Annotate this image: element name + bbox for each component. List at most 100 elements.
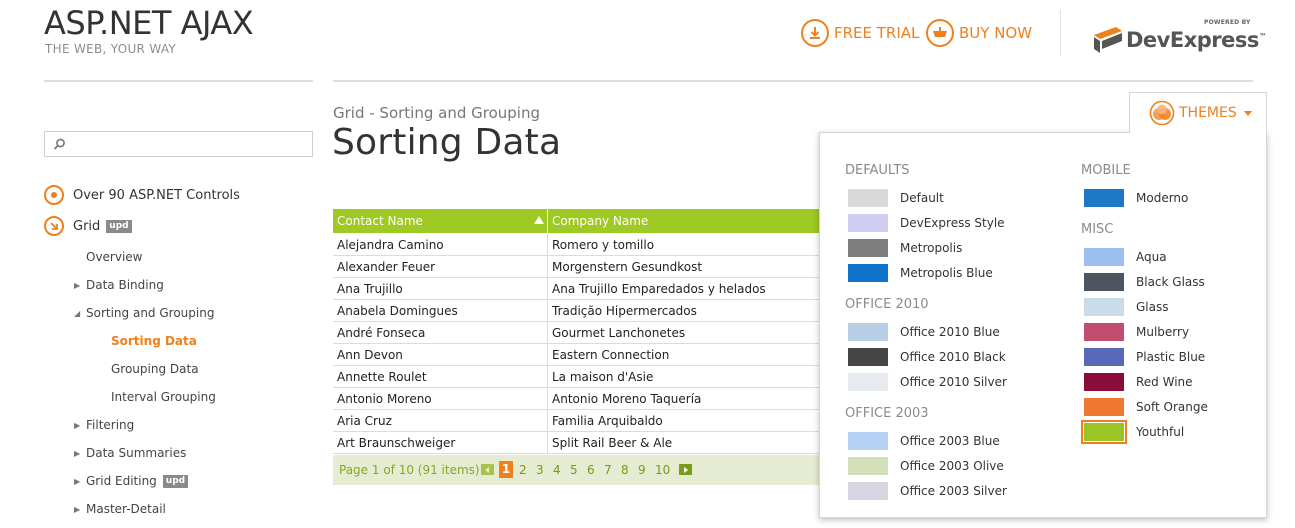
- theme-office-2003-silver[interactable]: Office 2003 Silver: [848, 482, 1007, 500]
- theme-youthful[interactable]: Youthful: [1081, 420, 1184, 444]
- theme-label: Glass: [1136, 300, 1169, 314]
- nav-over-90-controls[interactable]: Over 90 ASP.NET Controls: [44, 185, 240, 205]
- theme-office-2010-black[interactable]: Office 2010 Black: [848, 348, 1006, 366]
- prev-page-icon[interactable]: [481, 464, 494, 475]
- devexpress-logo[interactable]: DevExpress™: [1094, 18, 1267, 53]
- page-10[interactable]: 10: [655, 463, 670, 477]
- theme-red-wine[interactable]: Red Wine: [1084, 373, 1193, 391]
- theme-label: Mulberry: [1136, 325, 1190, 339]
- table-row[interactable]: Ann Devon Eastern Connection: [333, 344, 853, 366]
- buy-now-button[interactable]: BUY NOW: [926, 18, 1032, 48]
- page-8[interactable]: 8: [621, 463, 629, 477]
- column-header-company-name[interactable]: Company Name: [548, 209, 848, 233]
- page-7[interactable]: 7: [604, 463, 612, 477]
- theme-office-2003-olive[interactable]: Office 2003 Olive: [848, 457, 1004, 475]
- free-trial-label: FREE TRIAL: [834, 24, 920, 42]
- logo-text: DevExpress™: [1126, 28, 1267, 52]
- theme-swatch: [848, 432, 888, 450]
- sidebar-divider: [44, 80, 313, 82]
- table-row[interactable]: Alexander Feuer Morgenstern Gesundkost: [333, 256, 853, 278]
- search-box[interactable]: [44, 131, 313, 157]
- page-5[interactable]: 5: [570, 463, 578, 477]
- cell-contact-name: Annette Roulet: [337, 370, 427, 384]
- group-misc: MISC: [1081, 222, 1114, 237]
- page-9[interactable]: 9: [638, 463, 646, 477]
- theme-metropolis[interactable]: Metropolis: [848, 239, 962, 257]
- theme-label: Office 2010 Blue: [900, 325, 1000, 339]
- theme-label: Plastic Blue: [1136, 350, 1206, 364]
- search-input[interactable]: [71, 134, 307, 154]
- theme-label: DevExpress Style: [900, 216, 1005, 230]
- theme-swatch: [848, 264, 888, 282]
- table-row[interactable]: André Fonseca Gourmet Lanchonetes: [333, 322, 853, 344]
- page-6[interactable]: 6: [587, 463, 595, 477]
- theme-office-2010-blue[interactable]: Office 2010 Blue: [848, 323, 1000, 341]
- theme-metropolis-blue[interactable]: Metropolis Blue: [848, 264, 993, 282]
- page-4[interactable]: 4: [553, 463, 561, 477]
- theme-plastic-blue[interactable]: Plastic Blue: [1084, 348, 1205, 366]
- table-row[interactable]: Annette Roulet La maison d'Asie: [333, 366, 853, 388]
- table-row[interactable]: Antonio Moreno Antonio Moreno Taquería: [333, 388, 853, 410]
- theme-mulberry[interactable]: Mulberry: [1084, 323, 1189, 341]
- nav-interval-grouping[interactable]: Interval Grouping: [111, 390, 216, 404]
- breadcrumb: Grid - Sorting and Grouping: [333, 104, 540, 122]
- nav-overview[interactable]: Overview: [86, 250, 143, 264]
- table-row[interactable]: Ana Trujillo Ana Trujillo Emparedados y h…: [333, 278, 853, 300]
- column-header-contact-name[interactable]: Contact Name: [333, 209, 547, 233]
- theme-glass[interactable]: Glass: [1084, 298, 1169, 316]
- page-3[interactable]: 3: [536, 463, 544, 477]
- theme-label: Soft Orange: [1136, 400, 1208, 414]
- theme-devexpress-style[interactable]: DevExpress Style: [848, 214, 1005, 232]
- update-badge: upd: [106, 219, 132, 233]
- expand-icon: ▶: [74, 504, 81, 514]
- sort-ascending-icon: [534, 216, 544, 224]
- table-row[interactable]: Anabela Domingues Tradição Hipermercados: [333, 300, 853, 322]
- theme-swatch: [848, 189, 888, 207]
- theme-moderno[interactable]: Moderno: [1084, 189, 1188, 207]
- expand-icon: ▶: [74, 420, 81, 430]
- theme-office-2010-silver[interactable]: Office 2010 Silver: [848, 373, 1007, 391]
- nav-grid-editing[interactable]: ▶ Grid Editing upd: [74, 474, 189, 488]
- theme-label: Office 2003 Olive: [900, 459, 1004, 473]
- theme-swatch: [1084, 189, 1124, 207]
- themes-button[interactable]: THEMES: [1129, 92, 1267, 133]
- nav-master-detail[interactable]: ▶ Master-Detail: [74, 502, 166, 516]
- cell-company-name: Antonio Moreno Taquería: [552, 392, 702, 406]
- cell-contact-name: Antonio Moreno: [337, 392, 432, 406]
- page-2[interactable]: 2: [519, 463, 527, 477]
- table-row[interactable]: Alejandra Camino Romero y tomillo: [333, 234, 853, 256]
- nav-data-summaries[interactable]: ▶ Data Summaries: [74, 446, 186, 460]
- theme-label: Moderno: [1136, 191, 1189, 205]
- nav-data-binding[interactable]: ▶ Data Binding: [74, 278, 164, 292]
- table-row[interactable]: Art Braunschweiger Split Rail Beer & Ale: [333, 432, 853, 454]
- table-row[interactable]: Aria Cruz Familia Arquibaldo: [333, 410, 853, 432]
- nav-sorting-and-grouping[interactable]: ◢ Sorting and Grouping: [74, 306, 214, 320]
- free-trial-button[interactable]: FREE TRIAL: [801, 18, 919, 48]
- nav-filtering[interactable]: ▶ Filtering: [74, 418, 134, 432]
- nav-grouping-data[interactable]: Grouping Data: [111, 362, 199, 376]
- pager-info: Page 1 of 10 (91 items): [339, 463, 480, 477]
- theme-swatch: [1084, 273, 1124, 291]
- nav-grid[interactable]: Grid upd: [44, 216, 132, 236]
- cell-company-name: Morgenstern Gesundkost: [552, 260, 703, 274]
- next-page-icon[interactable]: [679, 464, 692, 475]
- theme-swatch: [1084, 298, 1124, 316]
- page-1[interactable]: 1: [499, 461, 513, 478]
- cell-company-name: Eastern Connection: [552, 348, 670, 362]
- theme-default[interactable]: Default: [848, 189, 944, 207]
- theme-black-glass[interactable]: Black Glass: [1084, 273, 1205, 291]
- expand-icon: ▶: [74, 476, 81, 486]
- theme-label: Default: [900, 191, 944, 205]
- page-title: Sorting Data: [332, 122, 562, 163]
- expand-icon: ▶: [74, 448, 81, 458]
- nav-sorting-data[interactable]: Sorting Data: [111, 334, 197, 348]
- theme-swatch: [1084, 323, 1124, 341]
- update-badge: upd: [162, 474, 189, 488]
- theme-office-2003-blue[interactable]: Office 2003 Blue: [848, 432, 1000, 450]
- theme-aqua[interactable]: Aqua: [1084, 248, 1167, 266]
- theme-soft-orange[interactable]: Soft Orange: [1084, 398, 1208, 416]
- cell-company-name: Ana Trujillo Emparedados y helados: [552, 282, 766, 296]
- arrow-down-right-icon: [44, 216, 64, 236]
- theme-swatch: [848, 239, 888, 257]
- collapse-icon: ◢: [74, 308, 81, 318]
